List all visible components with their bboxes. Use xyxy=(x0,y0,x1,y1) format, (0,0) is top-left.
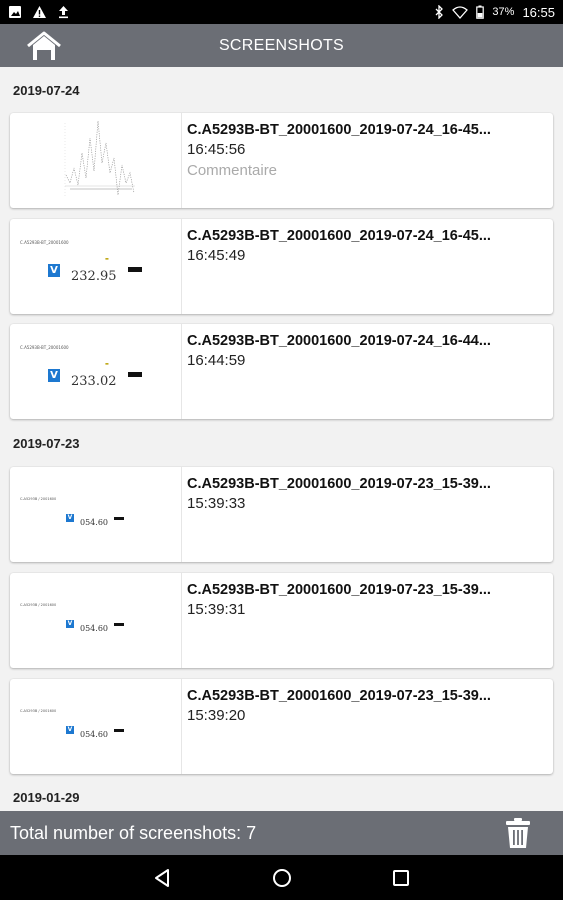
screenshot-item[interactable]: C.A5293B / 2001600 V 054.60 C.A5293B-BT_… xyxy=(10,679,553,774)
thumbnail-unit-badge: V xyxy=(48,369,60,382)
home-button[interactable] xyxy=(24,29,64,63)
thumbnail-unit-badge: V xyxy=(66,620,74,628)
thumbnail-header: C.A5293B-BT_20001600 xyxy=(20,345,69,350)
screenshot-time: 16:45:56 xyxy=(187,141,246,158)
battery-percent: 37% xyxy=(492,6,515,18)
thumbnail-header: C.A5293B-BT_20001600 xyxy=(20,240,69,245)
bluetooth-icon xyxy=(435,5,444,19)
screenshot-time: 15:39:31 xyxy=(187,601,246,618)
screenshot-filename: C.A5293B-BT_20001600_2019-07-23_15-39... xyxy=(187,476,491,492)
thumbnail-tag xyxy=(114,729,124,732)
screenshot-thumbnail: C.A5293B / 2001600 V 054.60 xyxy=(10,573,182,668)
home-nav-button[interactable] xyxy=(271,867,293,889)
clock: 16:55 xyxy=(522,4,555,20)
warning-icon xyxy=(33,6,46,18)
thumbnail-unit-badge: V xyxy=(66,726,74,734)
thumbnail-value: 054.60 xyxy=(80,624,108,633)
thumbnail-tag xyxy=(114,517,124,520)
screenshot-item[interactable]: C.A5293B / 2001600 V 054.60 C.A5293B-BT_… xyxy=(10,573,553,668)
delete-all-button[interactable] xyxy=(503,817,533,849)
thumbnail-header: C.A5293B / 2001600 xyxy=(20,603,57,607)
screenshot-filename: C.A5293B-BT_20001600_2019-07-24_16-45... xyxy=(187,122,491,138)
thumbnail-header: C.A5293B / 2001600 xyxy=(20,709,57,713)
screenshot-item[interactable]: C.A5293B-BT_20001600 ▬ V 233.02 C.A5293B… xyxy=(10,324,553,419)
battery-icon xyxy=(476,5,485,19)
home-icon xyxy=(27,31,61,60)
upload-icon xyxy=(59,6,68,19)
screenshot-thumbnail: C.A5293B / 2001600 V 054.60 xyxy=(10,679,182,774)
screenshot-item[interactable]: C.A5293B-BT_20001600_2019-07-24_16-45...… xyxy=(10,113,553,208)
page-title: SCREENSHOTS xyxy=(218,36,345,54)
recents-icon xyxy=(393,870,409,886)
thumbnail-value: 233.02 xyxy=(71,374,117,389)
screenshot-filename: C.A5293B-BT_20001600_2019-07-23_15-39... xyxy=(187,582,491,598)
app-bar: SCREENSHOTS xyxy=(0,24,563,67)
screenshot-list[interactable]: 2019-07-24 C.A5293B-BT_20001600_2019-07-… xyxy=(0,67,563,811)
recents-button[interactable] xyxy=(390,867,412,889)
screenshot-filename: C.A5293B-BT_20001600_2019-07-24_16-44... xyxy=(187,333,491,349)
date-header: 2019-01-29 xyxy=(13,790,80,805)
thumbnail-marker: ▬ xyxy=(105,361,109,366)
image-notification-icon xyxy=(9,6,21,18)
screenshot-thumbnail: C.A5293B / 2001600 V 054.60 xyxy=(10,467,182,562)
thumbnail-unit-badge: V xyxy=(66,514,74,522)
screenshot-filename: C.A5293B-BT_20001600_2019-07-24_16-45... xyxy=(187,228,491,244)
total-count-label: Total number of screenshots: 7 xyxy=(10,822,257,843)
home-nav-icon xyxy=(273,869,291,887)
screenshot-item[interactable]: C.A5293B-BT_20001600 ▬ V 232.95 C.A5293B… xyxy=(10,219,553,314)
thumbnail-tag xyxy=(128,372,142,377)
date-header: 2019-07-24 xyxy=(13,83,80,98)
screenshot-filename: C.A5293B-BT_20001600_2019-07-23_15-39... xyxy=(187,688,491,704)
graph-thumbnail xyxy=(64,120,135,198)
back-button[interactable] xyxy=(152,867,174,889)
screenshot-thumbnail: C.A5293B-BT_20001600 ▬ V 233.02 xyxy=(10,324,182,419)
screenshot-time: 16:45:49 xyxy=(187,247,246,264)
screenshot-time: 16:44:59 xyxy=(187,352,246,369)
thumbnail-header: C.A5293B / 2001600 xyxy=(20,497,57,501)
thumbnail-value: 054.60 xyxy=(80,518,108,527)
date-header: 2019-07-23 xyxy=(13,436,80,451)
thumbnail-tag xyxy=(128,267,142,272)
thumbnail-value: 232.95 xyxy=(71,269,117,284)
screenshot-time: 15:39:33 xyxy=(187,495,246,512)
screenshot-thumbnail xyxy=(10,113,182,208)
thumbnail-marker: ▬ xyxy=(105,256,109,261)
back-icon xyxy=(155,869,169,887)
screenshot-item[interactable]: C.A5293B / 2001600 V 054.60 C.A5293B-BT_… xyxy=(10,467,553,562)
thumbnail-value: 054.60 xyxy=(80,730,108,739)
wifi-icon xyxy=(452,5,469,19)
screenshot-time: 15:39:20 xyxy=(187,707,246,724)
screenshot-thumbnail: C.A5293B-BT_20001600 ▬ V 232.95 xyxy=(10,219,182,314)
navigation-bar xyxy=(0,855,563,900)
screenshot-comment: Commentaire xyxy=(187,162,278,179)
footer-bar: Total number of screenshots: 7 xyxy=(0,811,563,855)
trash-icon xyxy=(506,818,530,848)
thumbnail-unit-badge: V xyxy=(48,264,60,277)
status-bar: 37% 16:55 xyxy=(0,0,563,24)
thumbnail-tag xyxy=(114,623,124,626)
